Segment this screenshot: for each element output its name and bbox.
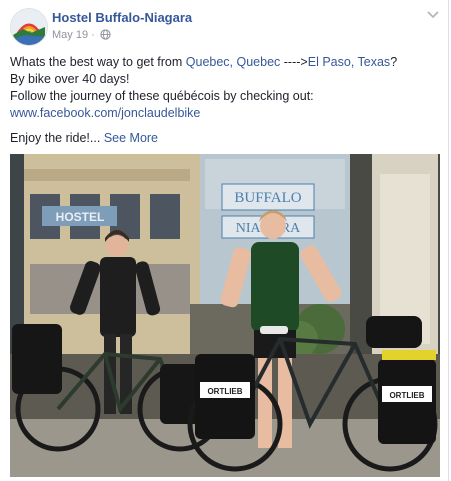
- window-sign-line1: BUFFALO: [234, 190, 301, 206]
- globe-icon: [100, 29, 111, 40]
- quebec-link[interactable]: Quebec, Quebec: [186, 55, 281, 69]
- rainbow-logo-icon: [11, 9, 47, 45]
- chevron-down-icon[interactable]: [426, 10, 440, 20]
- post-line-enjoy: Enjoy the ride!... See More: [10, 130, 440, 147]
- post-line-3: Follow the journey of these québécois by…: [10, 89, 314, 103]
- post-card: Hostel Buffalo-Niagara May 19 · Whats th…: [0, 0, 449, 481]
- post-meta: May 19 ·: [52, 29, 111, 41]
- page-name-link[interactable]: Hostel Buffalo-Niagara: [52, 10, 192, 25]
- el-paso-link[interactable]: El Paso, Texas: [308, 55, 390, 69]
- enjoy-text: Enjoy the ride!...: [10, 131, 101, 145]
- post-line-1: Whats the best way to get from Quebec, Q…: [10, 54, 440, 71]
- post-date[interactable]: May 19: [52, 29, 88, 41]
- line1-arrow: ---->: [280, 55, 308, 69]
- line1-suffix: ?: [390, 55, 398, 69]
- meta-separator: ·: [91, 29, 95, 41]
- line1-prefix: Whats the best way to get from: [10, 55, 186, 69]
- post-line-2: By bike over 40 days!: [10, 72, 130, 86]
- post-photo[interactable]: BUFFALO NIAGARA HOSTEL: [10, 154, 440, 477]
- facebook-url-link[interactable]: www.facebook.com/jonclaudelbike: [10, 105, 440, 122]
- see-more-link[interactable]: See More: [104, 131, 158, 145]
- bag-brand-label-2: ORTLIEB: [389, 391, 424, 400]
- left-window-sign: HOSTEL: [56, 210, 105, 224]
- cyclists-photo: BUFFALO NIAGARA HOSTEL: [10, 154, 440, 477]
- post-header: Hostel Buffalo-Niagara May 19 ·: [10, 8, 440, 48]
- page-avatar[interactable]: [10, 8, 48, 46]
- bag-brand-label-1: ORTLIEB: [207, 387, 242, 396]
- post-text: Whats the best way to get from Quebec, Q…: [10, 54, 440, 147]
